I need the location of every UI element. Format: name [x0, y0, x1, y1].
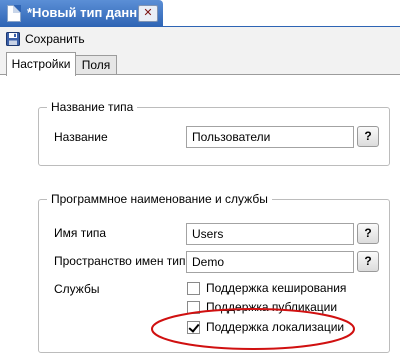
document-icon — [7, 5, 21, 22]
document-tab-title: *Новый тип данны — [27, 5, 149, 20]
document-tab-strip: *Новый тип данны ✕ — [0, 0, 400, 27]
type-name-label: Имя типа — [54, 226, 107, 240]
save-button-label: Сохранить — [25, 32, 85, 46]
namespace-label: Пространство имен типа — [54, 254, 193, 268]
tab-fields[interactable]: Поля — [75, 55, 117, 76]
tab-settings[interactable]: Настройки — [6, 52, 76, 76]
toolbar: Сохранить — [0, 27, 400, 51]
annotation-ellipse — [151, 308, 355, 350]
namespace-input[interactable]: Demo — [186, 251, 354, 273]
namespace-help-button[interactable]: ? — [357, 251, 379, 272]
save-button[interactable]: Сохранить — [6, 30, 85, 48]
tab-bar: Настройки Поля — [0, 51, 400, 76]
caching-label: Поддержка кеширования — [206, 281, 347, 295]
caching-service-checkbox-row[interactable]: Поддержка кеширования — [187, 281, 346, 295]
name-input[interactable]: Пользователи — [186, 126, 354, 148]
type-name-help-button[interactable]: ? — [357, 223, 379, 244]
floppy-disk-icon — [6, 32, 20, 46]
programmatic-group-title: Программное наименование и службы — [47, 192, 272, 206]
caching-checkbox[interactable] — [187, 281, 200, 295]
close-tab-button[interactable]: ✕ — [138, 5, 158, 22]
type-name-input[interactable]: Users — [186, 223, 354, 245]
name-help-button[interactable]: ? — [357, 126, 379, 147]
type-name-group-title: Название типа — [47, 100, 138, 114]
name-label: Название — [54, 130, 108, 144]
document-tab[interactable]: *Новый тип данны ✕ — [0, 0, 163, 27]
services-label: Службы — [54, 282, 100, 296]
type-name-group: Название типа Название Пользователи ? — [38, 100, 390, 166]
